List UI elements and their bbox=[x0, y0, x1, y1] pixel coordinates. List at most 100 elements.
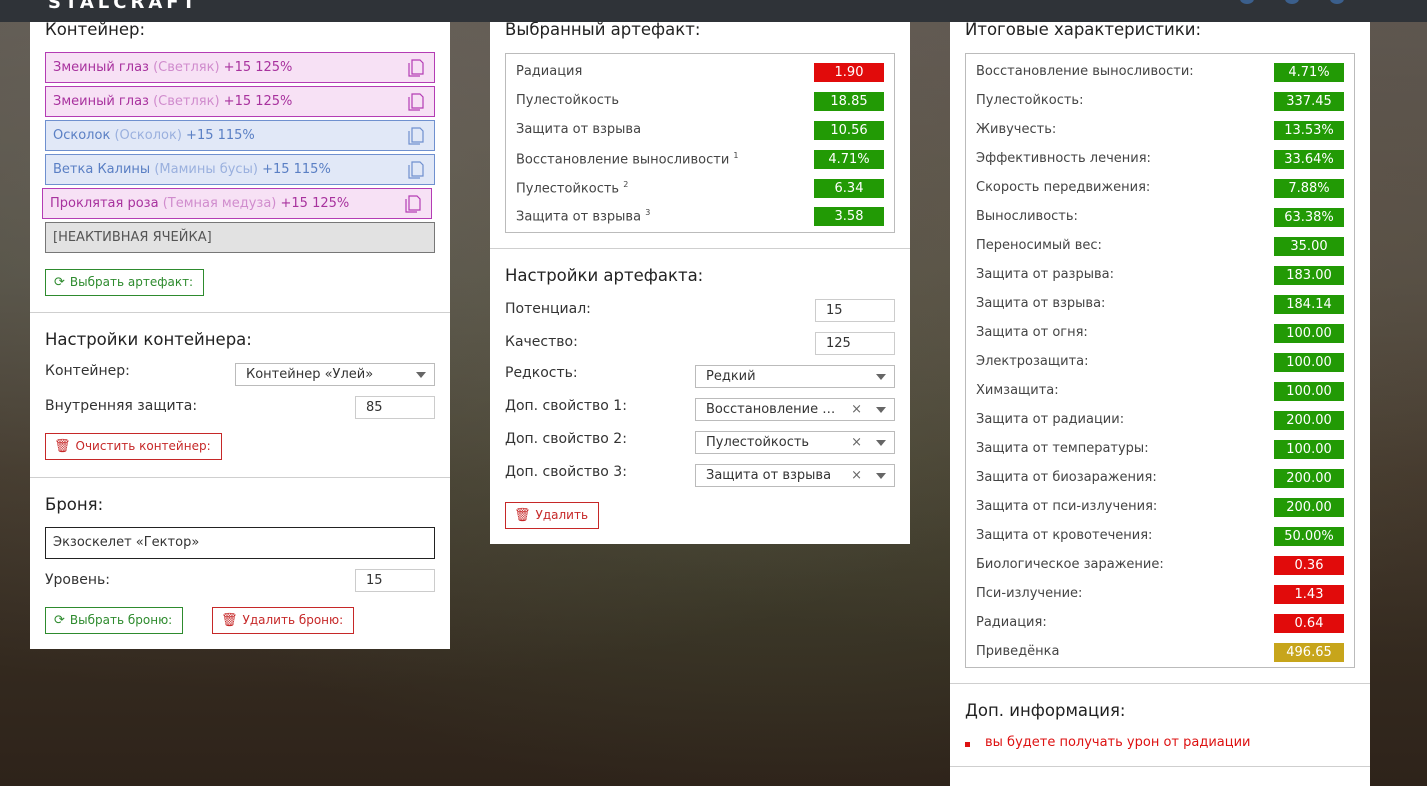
stat-label: Живучесть: bbox=[976, 122, 1057, 137]
container-settings-title: Настройки контейнера: bbox=[45, 330, 252, 349]
stat-row: Восстановление выносливости 1 4.71% bbox=[516, 143, 884, 172]
social-icon[interactable] bbox=[1330, 0, 1344, 4]
delete-armor-button[interactable]: 🗑 Удалить броню: bbox=[212, 607, 355, 634]
stat-label: Пулестойкость bbox=[516, 93, 620, 108]
stat-value: 13.53% bbox=[1274, 121, 1344, 140]
chevron-down-icon bbox=[416, 372, 426, 378]
artifact-slot[interactable]: Змеиный глаз (Светляк) +15 125% bbox=[45, 52, 435, 83]
stat-label: Пси-излучение: bbox=[976, 586, 1083, 601]
extra1-select[interactable]: Восстановление выносливости × bbox=[695, 398, 895, 421]
artifact-slot[interactable]: Змеиный глаз (Светляк) +15 125% bbox=[45, 86, 435, 117]
stat-label: Защита от огня: bbox=[976, 325, 1088, 340]
copy-icon[interactable] bbox=[406, 160, 426, 180]
stat-row: Живучесть: 13.53% bbox=[976, 114, 1344, 143]
stat-row: Радиация 1.90 bbox=[516, 56, 884, 85]
artifact-slot[interactable]: Осколок (Осколок) +15 115% bbox=[45, 120, 435, 151]
stat-value: 100.00 bbox=[1274, 440, 1344, 459]
middle-panel: Выбранный артефакт: Радиация 1.90 Пулест… bbox=[490, 20, 910, 544]
info-item: вы будете получать урон от радиации bbox=[965, 735, 1250, 750]
stat-row: Восстановление выносливости: 4.71% bbox=[976, 56, 1344, 85]
rarity-label: Редкость: bbox=[505, 365, 578, 381]
stat-row: Защита от радиации: 200.00 bbox=[976, 404, 1344, 433]
refresh-icon: ⟳ bbox=[54, 613, 65, 628]
extra1-label: Доп. свойство 1: bbox=[505, 398, 627, 414]
copy-icon[interactable] bbox=[406, 92, 426, 112]
stat-value: 100.00 bbox=[1274, 353, 1344, 372]
choose-artifact-label: Выбрать артефакт: bbox=[69, 275, 194, 289]
stat-row: Переносимый вес: 35.00 bbox=[976, 230, 1344, 259]
artifact-level: +15 125% bbox=[223, 60, 293, 75]
copy-icon[interactable] bbox=[406, 126, 426, 146]
clear-container-label: Очистить контейнер: bbox=[75, 439, 211, 453]
stat-label: Радиация: bbox=[976, 615, 1047, 630]
armor-level-label: Уровень: bbox=[45, 572, 110, 588]
protection-input[interactable]: 85 bbox=[355, 396, 435, 419]
site-logo[interactable]: STALCRAFT bbox=[48, 0, 199, 13]
choose-armor-label: Выбрать броню: bbox=[69, 613, 173, 627]
delete-armor-label: Удалить броню: bbox=[242, 613, 344, 627]
choose-armor-button[interactable]: ⟳ Выбрать броню: bbox=[45, 607, 184, 634]
extra-info-title: Доп. информация: bbox=[965, 701, 1126, 720]
stat-row: Пси-излучение: 1.43 bbox=[976, 578, 1344, 607]
clear-container-button[interactable]: 🗑 Очистить контейнер: bbox=[45, 433, 222, 460]
rarity-select[interactable]: Редкий bbox=[695, 365, 895, 388]
potential-label: Потенциал: bbox=[505, 301, 591, 317]
copy-icon[interactable] bbox=[403, 194, 423, 214]
artifact-slot[interactable]: Проклятая роза (Темная медуза) +15 125% bbox=[42, 188, 432, 219]
container-select[interactable]: Контейнер «Улей» bbox=[235, 363, 435, 386]
artifact-name: Змеиный глаз bbox=[53, 60, 149, 75]
armor-section: Броня: Экзоскелет «Гектор» Уровень: 15 ⟳… bbox=[30, 477, 450, 649]
social-icon[interactable] bbox=[1240, 0, 1254, 4]
stat-value: 4.71% bbox=[1274, 63, 1344, 82]
stat-label: Защита от биозаражения: bbox=[976, 470, 1157, 485]
social-icon[interactable] bbox=[1285, 0, 1299, 4]
stat-label: Приведёнка bbox=[976, 644, 1060, 659]
stat-row: Электрозащита: 100.00 bbox=[976, 346, 1344, 375]
trash-icon: 🗑 bbox=[54, 439, 71, 454]
stat-label: Защита от взрыва: bbox=[976, 296, 1106, 311]
extra2-select-value: Пулестойкость bbox=[706, 435, 810, 450]
quality-input[interactable]: 125 bbox=[815, 332, 895, 355]
totals-title: Итоговые характеристики: bbox=[965, 20, 1202, 39]
artifact-source: (Мамины бусы) bbox=[154, 162, 258, 177]
top-navbar: STALCRAFT bbox=[0, 0, 1427, 22]
stat-row: Защита от пси-излучения: 200.00 bbox=[976, 491, 1344, 520]
stat-row: Защита от огня: 100.00 bbox=[976, 317, 1344, 346]
stat-value: 1.43 bbox=[1274, 585, 1344, 604]
stat-value: 200.00 bbox=[1274, 498, 1344, 517]
stat-row: Защита от взрыва 10.56 bbox=[516, 114, 884, 143]
armor-level-input[interactable]: 15 bbox=[355, 569, 435, 592]
stat-row: Биологическое заражение: 0.36 bbox=[976, 549, 1344, 578]
extra3-select[interactable]: Защита от взрыва × bbox=[695, 464, 895, 487]
clear-icon[interactable]: × bbox=[851, 399, 862, 420]
armor-input[interactable]: Экзоскелет «Гектор» bbox=[45, 527, 435, 559]
stat-value: 10.56 bbox=[814, 121, 884, 140]
clear-icon[interactable]: × bbox=[851, 432, 862, 453]
artifact-level: +15 125% bbox=[280, 196, 350, 211]
delete-artifact-button[interactable]: 🗑 Удалить bbox=[505, 502, 600, 529]
extra2-select[interactable]: Пулестойкость × bbox=[695, 431, 895, 454]
stat-label: Защита от взрыва 3 bbox=[516, 208, 651, 225]
delete-artifact-label: Удалить bbox=[535, 508, 589, 522]
artifact-source: (Светляк) bbox=[153, 60, 220, 75]
copy-icon[interactable] bbox=[406, 58, 426, 78]
stat-value: 337.45 bbox=[1274, 92, 1344, 111]
stat-value: 4.71% bbox=[814, 150, 884, 169]
chevron-down-icon bbox=[876, 440, 886, 446]
selected-artifact-title: Выбранный артефакт: bbox=[505, 20, 701, 39]
armor-title: Броня: bbox=[45, 495, 104, 514]
container-label: Контейнер: bbox=[45, 363, 130, 379]
potential-input[interactable]: 15 bbox=[815, 299, 895, 322]
clear-icon[interactable]: × bbox=[851, 465, 862, 486]
refresh-icon: ⟳ bbox=[54, 275, 65, 290]
stat-value: 200.00 bbox=[1274, 469, 1344, 488]
stat-label: Электрозащита: bbox=[976, 354, 1089, 369]
stat-value: 50.00% bbox=[1274, 527, 1344, 546]
stat-value: 200.00 bbox=[1274, 411, 1344, 430]
stat-label: Защита от разрыва: bbox=[976, 267, 1114, 282]
stat-row: Защита от температуры: 100.00 bbox=[976, 433, 1344, 462]
stat-row: Защита от биозаражения: 200.00 bbox=[976, 462, 1344, 491]
choose-artifact-button[interactable]: ⟳ Выбрать артефакт: bbox=[45, 269, 205, 296]
container-select-value: Контейнер «Улей» bbox=[246, 367, 374, 382]
artifact-slot[interactable]: Ветка Калины (Мамины бусы) +15 115% bbox=[45, 154, 435, 185]
